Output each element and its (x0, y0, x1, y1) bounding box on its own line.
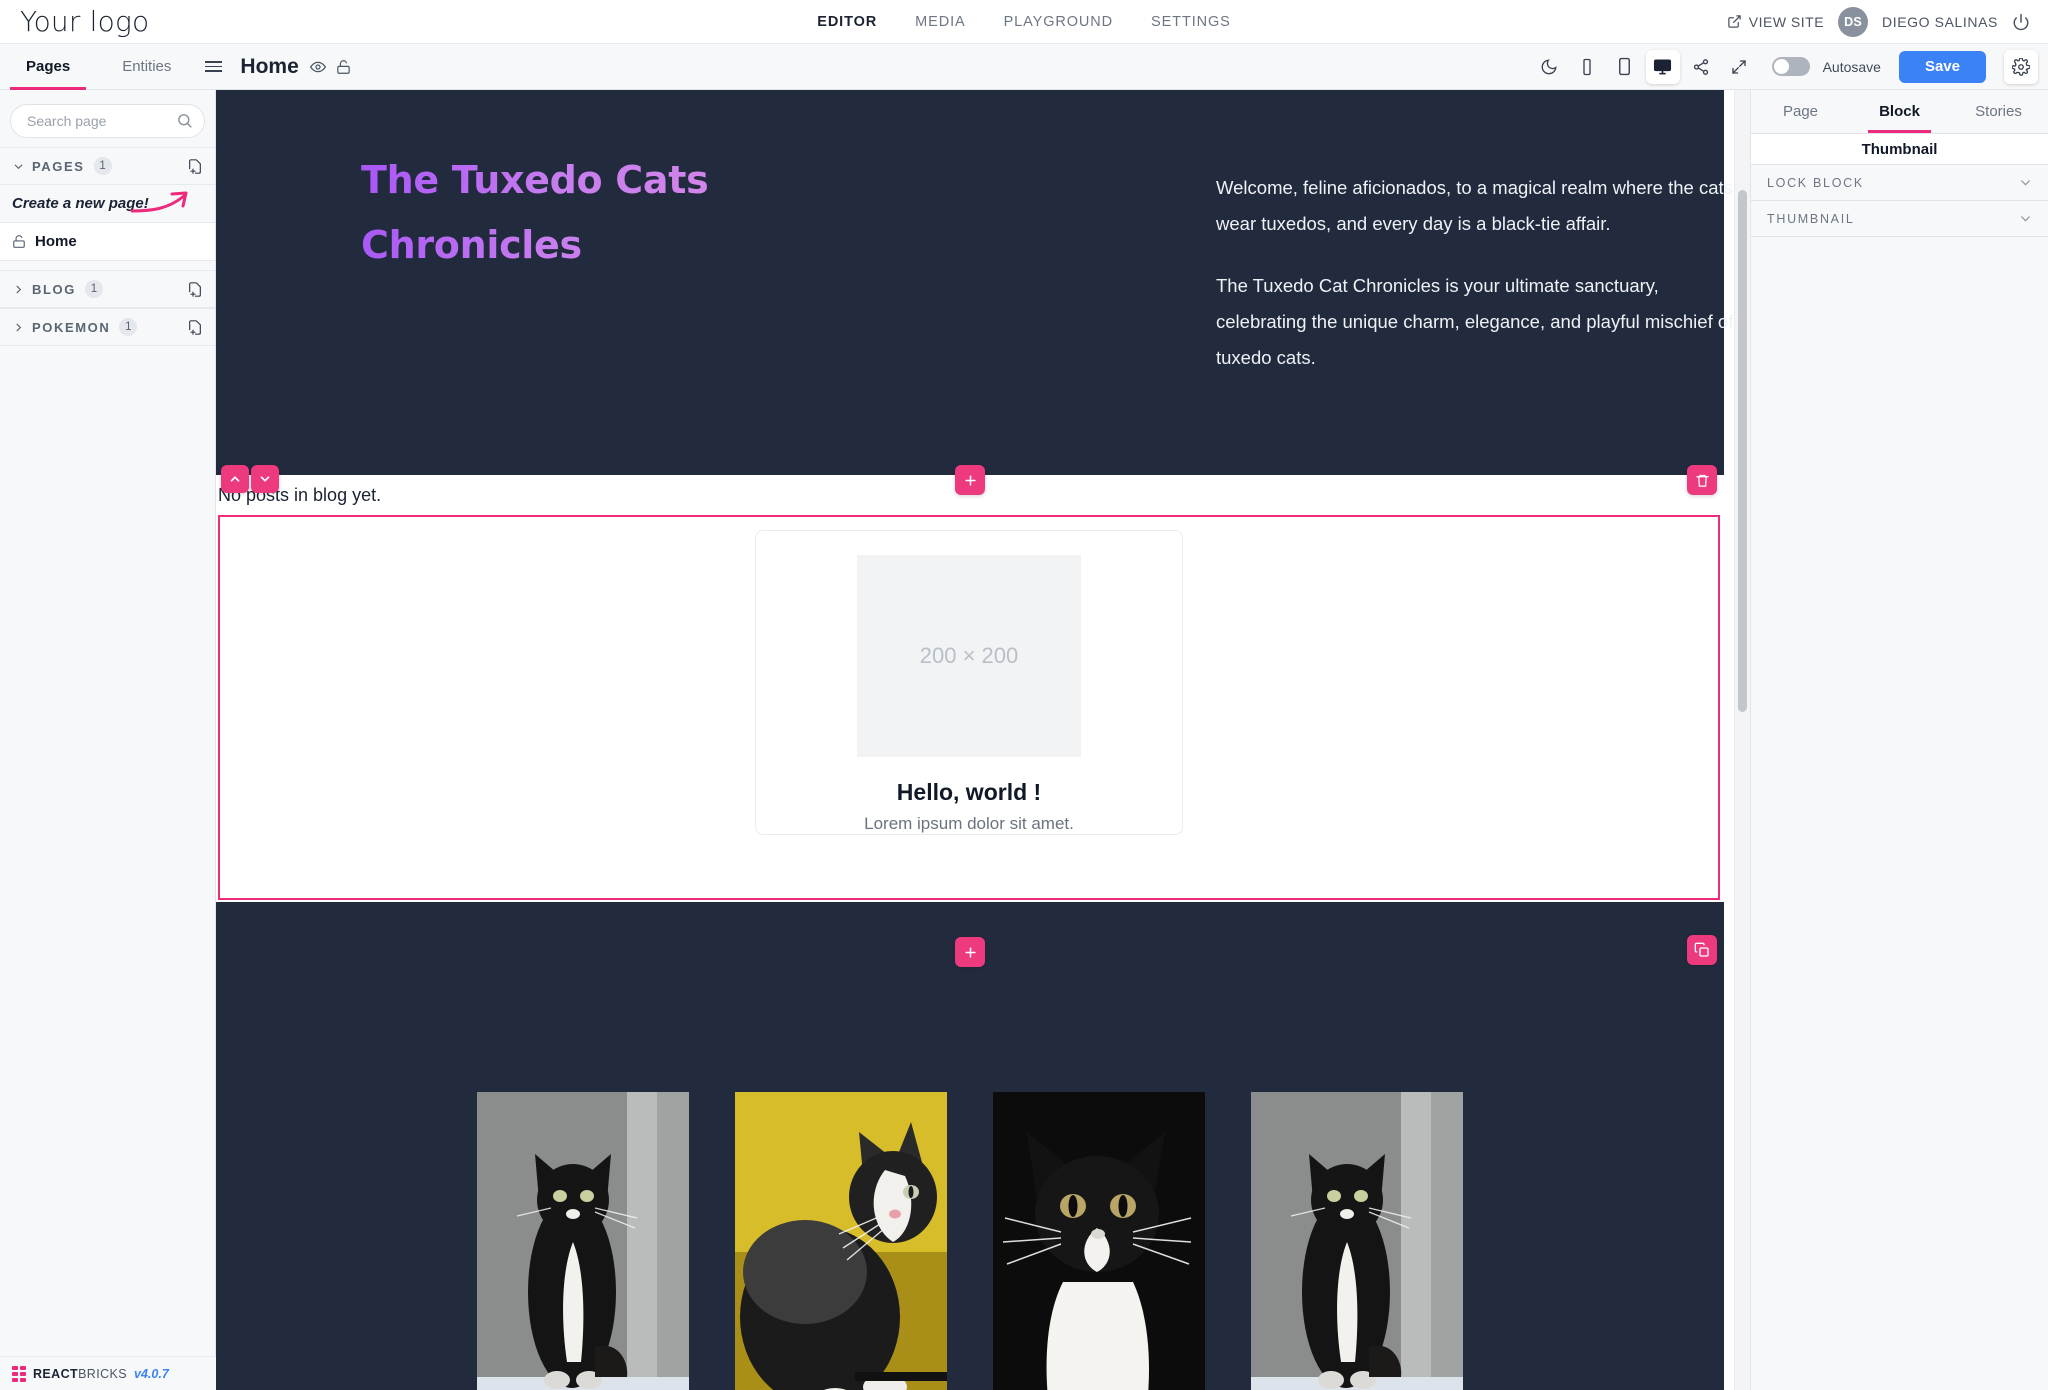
new-page-icon[interactable] (187, 158, 203, 175)
chevron-right-icon (12, 284, 24, 295)
chevron-right-icon (12, 322, 24, 333)
main-nav: EDITOR MEDIA PLAYGROUND SETTINGS (817, 14, 1231, 30)
hero-body: Welcome, feline aficionados, to a magica… (1216, 170, 1746, 376)
dark-mode-toggle[interactable] (1532, 50, 1566, 84)
right-panel: Page Block Stories Thumbnail LOCK BLOCK … (1750, 90, 2048, 1390)
new-page-icon[interactable] (187, 281, 203, 298)
top-bar: Your logo EDITOR MEDIA PLAYGROUND SETTIN… (0, 0, 2048, 44)
chevron-down-icon (2019, 212, 2032, 225)
page-title-icons (309, 59, 351, 75)
cat-gallery-block[interactable] (216, 902, 1724, 1390)
move-block-up-button[interactable] (221, 465, 249, 493)
right-panel-tabs: Page Block Stories (1751, 90, 2048, 134)
eye-icon[interactable] (309, 59, 326, 75)
delete-block-button[interactable] (1687, 465, 1717, 495)
search-icon (176, 112, 193, 129)
view-site-button[interactable]: VIEW SITE (1727, 14, 1824, 30)
cat-image-2[interactable] (735, 1092, 947, 1390)
sidebar-group-count: 1 (93, 157, 112, 175)
editor-toolbar: Autosave Save (1532, 49, 2038, 84)
card-title[interactable]: Hello, world ! (897, 779, 1041, 806)
app-logo: Your logo (20, 5, 150, 38)
selected-block-name: Thumbnail (1751, 134, 2048, 165)
sidebar-group-label: BLOG (32, 281, 76, 297)
selected-block-thumbnail[interactable]: 200 × 200 Hello, world ! Lorem ipsum dol… (218, 515, 1720, 900)
nav-item-editor[interactable]: EDITOR (817, 14, 877, 30)
search-container (10, 104, 205, 138)
annotation-arrow-icon (128, 189, 198, 219)
unlock-icon (12, 234, 26, 249)
fullscreen-icon[interactable] (1722, 50, 1756, 84)
accordion-lock-block[interactable]: LOCK BLOCK (1751, 165, 2048, 201)
hero-paragraph-2[interactable]: The Tuxedo Cat Chronicles is your ultima… (1216, 268, 1746, 376)
brand-light: BRICKS (78, 1366, 128, 1381)
sidebar-page-label: Home (35, 233, 77, 250)
version-label: v4.0.7 (134, 1366, 169, 1381)
sub-bar: Pages Entities Home Autosave Save (0, 44, 2048, 90)
hero-heading[interactable]: The Tuxedo Cats Chronicles (361, 148, 791, 279)
sidebar-group-pokemon[interactable]: POKEMON 1 (0, 308, 215, 346)
viewport-desktop-button[interactable] (1645, 49, 1680, 84)
new-page-icon[interactable] (187, 319, 203, 336)
accordion-thumbnail[interactable]: THUMBNAIL (1751, 201, 2048, 237)
user-name: DIEGO SALINAS (1882, 13, 1998, 30)
accordion-label: THUMBNAIL (1767, 211, 1855, 226)
cat-image-3[interactable] (993, 1092, 1205, 1390)
card-subtitle[interactable]: Lorem ipsum dolor sit amet. (864, 814, 1074, 834)
thumbnail-card[interactable]: 200 × 200 Hello, world ! Lorem ipsum dol… (755, 530, 1183, 835)
sidebar-group-count: 1 (84, 280, 103, 298)
view-site-label: VIEW SITE (1748, 13, 1825, 30)
sidebar-toggle-icon[interactable] (205, 60, 223, 73)
sidebar-group-label: POKEMON (32, 319, 111, 335)
hero-paragraph-1[interactable]: Welcome, feline aficionados, to a magica… (1216, 170, 1746, 242)
autosave-label: Autosave (1822, 58, 1881, 75)
nav-item-settings[interactable]: SETTINGS (1151, 14, 1231, 30)
tab-page[interactable]: Page (1751, 90, 1850, 133)
external-link-icon (1727, 14, 1742, 29)
tab-block[interactable]: Block (1850, 90, 1949, 133)
reactbricks-footer: REACTBRICKS v4.0.7 (0, 1356, 216, 1390)
share-icon[interactable] (1684, 50, 1718, 84)
cat-image-4[interactable] (1251, 1092, 1463, 1390)
move-block-down-button[interactable] (251, 465, 279, 493)
sidebar-tabs: Pages Entities (0, 44, 197, 90)
avatar[interactable]: DS (1838, 6, 1869, 37)
cat-gallery-row (216, 1092, 1724, 1390)
duplicate-block-button[interactable] (1687, 935, 1717, 965)
cat-image-1[interactable] (477, 1092, 689, 1390)
autosave-toggle[interactable] (1771, 57, 1810, 76)
sidebar-page-home[interactable]: Home (0, 223, 215, 261)
create-new-page-hint: Create a new page! (0, 185, 215, 223)
chevron-down-icon (12, 161, 24, 172)
sidebar-group-count: 1 (119, 318, 138, 336)
reactbricks-logo-icon (12, 1365, 26, 1382)
sidebar-group-label: PAGES (32, 158, 85, 174)
image-placeholder[interactable]: 200 × 200 (857, 555, 1081, 757)
unlock-icon[interactable] (336, 59, 351, 75)
nav-item-playground[interactable]: PLAYGROUND (1004, 14, 1113, 30)
add-block-button-bottom[interactable] (955, 937, 985, 967)
chevron-down-icon (2019, 176, 2032, 189)
canvas-scrollbar-thumb[interactable] (1738, 190, 1747, 712)
viewport-phone-button[interactable] (1570, 50, 1604, 84)
sidebar-group-blog[interactable]: BLOG 1 (0, 270, 215, 308)
left-sidebar: PAGES 1 Create a new page! Home (0, 90, 216, 1390)
gear-icon[interactable] (2004, 49, 2038, 84)
tab-entities[interactable]: Entities (96, 44, 197, 90)
editor-canvas: The Tuxedo Cats Chronicles Welcome, feli… (216, 90, 1750, 1390)
sidebar-group-pages[interactable]: PAGES 1 (0, 147, 215, 185)
add-block-button-top[interactable] (955, 465, 985, 495)
logout-icon[interactable] (2012, 13, 2030, 31)
hero-block[interactable]: The Tuxedo Cats Chronicles Welcome, feli… (216, 90, 1733, 475)
accordion-label: LOCK BLOCK (1767, 175, 1864, 190)
tab-pages[interactable]: Pages (0, 44, 96, 90)
viewport-tablet-button[interactable] (1608, 50, 1642, 84)
nav-item-media[interactable]: MEDIA (915, 14, 965, 30)
tab-stories[interactable]: Stories (1949, 90, 2048, 133)
top-bar-right: VIEW SITE DS DIEGO SALINAS (1727, 6, 2030, 37)
save-button[interactable]: Save (1898, 50, 1986, 83)
page-title: Home (240, 54, 299, 78)
brand-bold: REACT (33, 1366, 79, 1381)
